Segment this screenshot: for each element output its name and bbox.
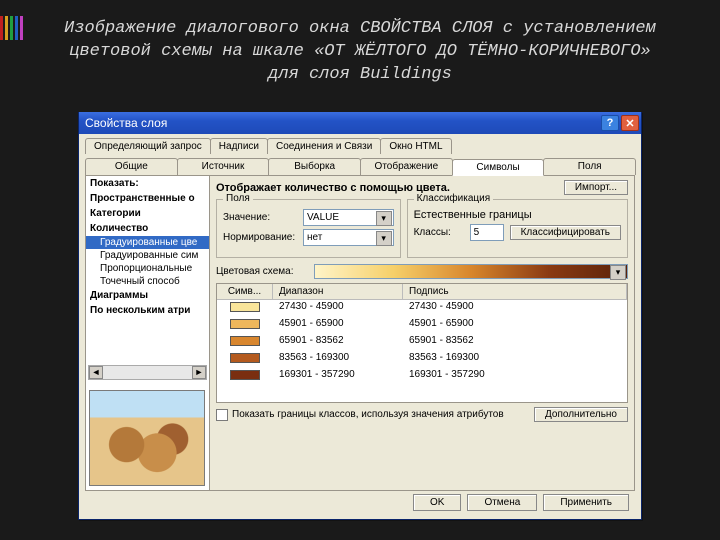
- value-combo[interactable]: VALUE: [303, 209, 394, 226]
- normalization-label: Нормирование:: [223, 232, 297, 243]
- show-label: Показать:: [86, 176, 209, 191]
- apply-button[interactable]: Применить: [543, 494, 629, 511]
- class-breaks-table[interactable]: Симв... Диапазон Подпись 27430 - 4590027…: [216, 283, 628, 403]
- tab-labels[interactable]: Надписи: [210, 138, 268, 154]
- tab-fields[interactable]: Поля: [543, 158, 636, 175]
- label-cell[interactable]: 45901 - 65900: [403, 318, 627, 333]
- range-cell[interactable]: 27430 - 45900: [273, 301, 403, 316]
- label-cell[interactable]: 83563 - 169300: [403, 352, 627, 367]
- titlebar[interactable]: Свойства слоя ? ✕: [79, 112, 641, 134]
- color-swatch[interactable]: [230, 319, 260, 329]
- color-ramp-label: Цветовая схема:: [216, 266, 308, 277]
- panel-description: Отображает количество с помощью цвета.: [216, 182, 564, 194]
- show-class-ranges-checkbox[interactable]: [216, 409, 228, 421]
- table-row[interactable]: 83563 - 16930083563 - 169300: [217, 351, 627, 368]
- preview-map: [89, 390, 205, 486]
- fields-group-title: Поля: [223, 193, 253, 204]
- range-cell[interactable]: 65901 - 83562: [273, 335, 403, 350]
- value-label: Значение:: [223, 212, 297, 223]
- scroll-left-icon[interactable]: ◄: [89, 366, 103, 379]
- show-quantities[interactable]: Количество: [86, 221, 209, 236]
- classification-group-title: Классификация: [414, 193, 494, 204]
- show-graduated-colors[interactable]: Градуированные цве: [86, 236, 209, 249]
- tab-definition-query[interactable]: Определяющий запрос: [85, 138, 211, 154]
- normalization-combo[interactable]: нет: [303, 229, 394, 246]
- bar: [0, 16, 3, 40]
- show-panel: Показать: Пространственные о Категории К…: [86, 176, 210, 490]
- dialog-footer: OK Отмена Применить: [413, 494, 629, 511]
- show-class-ranges-label: Показать границы классов, используя знач…: [232, 409, 530, 420]
- ok-button[interactable]: OK: [413, 494, 461, 511]
- tab-joins[interactable]: Соединения и Связи: [267, 138, 381, 154]
- label-cell[interactable]: 27430 - 45900: [403, 301, 627, 316]
- dialog-title: Свойства слоя: [85, 116, 599, 130]
- range-cell[interactable]: 83563 - 169300: [273, 352, 403, 367]
- tab-display[interactable]: Отображение: [360, 158, 453, 175]
- symbology-panel: Отображает количество с помощью цвета. И…: [210, 176, 634, 490]
- label-cell[interactable]: 65901 - 83562: [403, 335, 627, 350]
- table-row[interactable]: 169301 - 357290169301 - 357290: [217, 368, 627, 385]
- tab-general[interactable]: Общие: [85, 158, 178, 175]
- classification-method: Естественные границы: [414, 209, 621, 221]
- table-row[interactable]: 45901 - 6590045901 - 65900: [217, 317, 627, 334]
- classify-button[interactable]: Классифицировать: [510, 225, 621, 240]
- color-ramp-combo[interactable]: [314, 264, 628, 279]
- range-cell[interactable]: 169301 - 357290: [273, 369, 403, 384]
- bar: [20, 16, 23, 40]
- scroll-right-icon[interactable]: ►: [192, 366, 206, 379]
- tab-source[interactable]: Источник: [177, 158, 270, 175]
- scroll-track[interactable]: [103, 366, 192, 379]
- slide-side-bars: [0, 16, 23, 40]
- label-cell[interactable]: 169301 - 357290: [403, 369, 627, 384]
- show-graduated-symbols[interactable]: Градуированные сим: [86, 249, 209, 262]
- color-swatch[interactable]: [230, 336, 260, 346]
- help-button[interactable]: ?: [601, 115, 619, 131]
- show-multiple-attrs[interactable]: По нескольким атри: [86, 303, 209, 318]
- left-scrollbar[interactable]: ◄ ►: [88, 365, 207, 380]
- show-features[interactable]: Пространственные о: [86, 191, 209, 206]
- col-label[interactable]: Подпись: [403, 284, 627, 299]
- range-cell[interactable]: 45901 - 65900: [273, 318, 403, 333]
- fields-group: Поля Значение: VALUE Нормирование: нет: [216, 199, 401, 258]
- tab-html-popup[interactable]: Окно HTML: [380, 138, 451, 154]
- color-swatch[interactable]: [230, 302, 260, 312]
- slide-caption: Изображение диалогового окна СВОЙСТВА СЛ…: [0, 0, 720, 87]
- tab-selection[interactable]: Выборка: [268, 158, 361, 175]
- table-row[interactable]: 27430 - 4590027430 - 45900: [217, 300, 627, 317]
- classes-spinner[interactable]: 5: [470, 224, 504, 241]
- show-charts[interactable]: Диаграммы: [86, 288, 209, 303]
- cancel-button[interactable]: Отмена: [467, 494, 537, 511]
- col-range[interactable]: Диапазон: [273, 284, 403, 299]
- tabs-row-1: Определяющий запрос Надписи Соединения и…: [79, 134, 641, 154]
- classes-label: Классы:: [414, 227, 464, 238]
- bar: [10, 16, 13, 40]
- tabs-row-2: Общие Источник Выборка Отображение Симво…: [79, 154, 641, 175]
- show-proportional[interactable]: Пропорциональные: [86, 262, 209, 275]
- show-categories[interactable]: Категории: [86, 206, 209, 221]
- layer-properties-dialog: Свойства слоя ? ✕ Определяющий запрос На…: [78, 112, 642, 520]
- classification-group: Классификация Естественные границы Класс…: [407, 199, 628, 258]
- close-button[interactable]: ✕: [621, 115, 639, 131]
- import-button[interactable]: Импорт...: [564, 180, 628, 195]
- table-head: Симв... Диапазон Подпись: [217, 284, 627, 300]
- tab-body: Показать: Пространственные о Категории К…: [85, 175, 635, 491]
- color-swatch[interactable]: [230, 353, 260, 363]
- advanced-button[interactable]: Дополнительно: [534, 407, 628, 422]
- color-swatch[interactable]: [230, 370, 260, 380]
- col-symbol[interactable]: Симв...: [217, 284, 273, 299]
- bar: [5, 16, 8, 40]
- bar: [15, 16, 18, 40]
- show-dot-density[interactable]: Точечный способ: [86, 275, 209, 288]
- table-row[interactable]: 65901 - 8356265901 - 83562: [217, 334, 627, 351]
- tab-symbology[interactable]: Символы: [452, 159, 545, 176]
